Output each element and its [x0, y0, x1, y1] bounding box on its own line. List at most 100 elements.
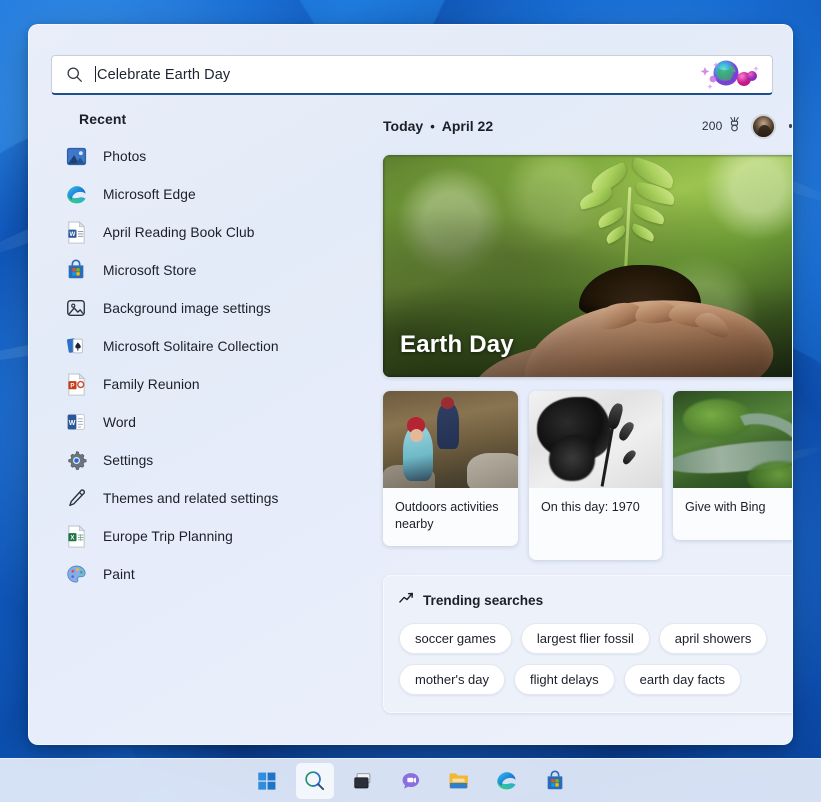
taskbar-search-button[interactable]: [295, 762, 334, 799]
word-document-icon: W: [63, 219, 89, 245]
word-icon: W: [63, 409, 89, 435]
flower-blob: [549, 435, 595, 481]
hiker-face: [410, 429, 423, 442]
gear-icon: [63, 447, 89, 473]
more-options-icon[interactable]: [785, 120, 792, 132]
card-give-with-bing[interactable]: Give with Bing: [673, 391, 792, 540]
hiker-head: [441, 397, 454, 409]
content-header: Today • April 22 200: [383, 111, 792, 141]
image-settings-icon: [63, 295, 89, 321]
card-label: Give with Bing: [685, 500, 766, 514]
search-box-container: Celebrate Earth Day: [51, 55, 773, 95]
desktop: Celebrate Earth Day Recent Photos Micros…: [0, 0, 821, 802]
paint-icon: [63, 561, 89, 587]
sidebar-item-themes-and-related-settings[interactable]: Themes and related settings: [51, 479, 351, 517]
panel-columns: Recent Photos Microsoft Edge W April Rea…: [29, 111, 792, 744]
earth-day-globe-icon[interactable]: [692, 58, 766, 92]
sidebar-item-paint[interactable]: Paint: [51, 555, 351, 593]
recent-sidebar: Recent Photos Microsoft Edge W April Rea…: [51, 111, 351, 593]
content-cards-row: Outdoors activities nearby On this day: …: [383, 391, 792, 560]
black-and-white-flower-image: [529, 391, 662, 488]
avatar[interactable]: [751, 114, 775, 138]
trending-pill[interactable]: earth day facts: [623, 664, 741, 695]
points-count: 200: [701, 119, 723, 133]
sidebar-item-settings[interactable]: Settings: [51, 441, 351, 479]
sidebar-item-label: Family Reunion: [103, 376, 200, 392]
powerpoint-document-icon: P: [63, 371, 89, 397]
sidebar-item-april-reading-book-club[interactable]: W April Reading Book Club: [51, 213, 351, 251]
sidebar-item-photos[interactable]: Photos: [51, 137, 351, 175]
sidebar-item-microsoft-edge[interactable]: Microsoft Edge: [51, 175, 351, 213]
sidebar-item-label: Settings: [103, 452, 154, 468]
search-box[interactable]: Celebrate Earth Day: [51, 55, 773, 95]
content-column: Today • April 22 200 Earth Day Outdoors …: [383, 111, 792, 713]
trending-pill-row: mother's day flight delays earth day fac…: [399, 664, 792, 695]
card-on-this-day[interactable]: On this day: 1970: [529, 391, 662, 560]
sidebar-item-label: Microsoft Solitaire Collection: [103, 338, 279, 354]
trending-pill[interactable]: largest flier fossil: [520, 623, 650, 654]
sidebar-item-microsoft-store[interactable]: Microsoft Store: [51, 251, 351, 289]
date-label: April 22: [441, 118, 494, 134]
sidebar-item-europe-trip-planning[interactable]: X Europe Trip Planning: [51, 517, 351, 555]
trending-pill[interactable]: april showers: [658, 623, 768, 654]
taskbar: [0, 758, 821, 802]
search-flyout-panel: Celebrate Earth Day Recent Photos Micros…: [28, 24, 793, 745]
today-label: Today: [383, 118, 424, 134]
trending-header: Trending searches: [399, 591, 792, 610]
sidebar-item-label: Paint: [103, 566, 135, 582]
header-actions: 200: [702, 114, 792, 138]
sidebar-item-word[interactable]: W Word: [51, 403, 351, 441]
sidebar-item-label: Themes and related settings: [103, 490, 279, 506]
rewards-points[interactable]: 200: [702, 116, 742, 137]
aerial-river-forest-image: [673, 391, 792, 488]
taskbar-edge-button[interactable]: [488, 763, 526, 799]
header-separator: •: [430, 118, 435, 134]
text-caret: [95, 66, 96, 82]
photos-icon: [63, 143, 89, 169]
earth-day-hero-card[interactable]: Earth Day: [383, 155, 792, 377]
trending-pill[interactable]: flight delays: [514, 664, 615, 695]
trending-pill[interactable]: mother's day: [399, 664, 506, 695]
flower-bud: [605, 401, 625, 431]
sidebar-item-label: Microsoft Edge: [103, 186, 196, 202]
svg-text:W: W: [69, 230, 75, 237]
trending-pill[interactable]: soccer games: [399, 623, 512, 654]
taskbar-file-explorer-button[interactable]: [440, 763, 478, 799]
flower-bud: [620, 448, 638, 466]
search-input-value: Celebrate Earth Day: [97, 67, 231, 83]
sidebar-item-microsoft-solitaire-collection[interactable]: Microsoft Solitaire Collection: [51, 327, 351, 365]
pen-icon: [63, 485, 89, 511]
hikers-outdoors-image: [383, 391, 518, 488]
sidebar-item-label: Word: [103, 414, 136, 430]
card-outdoors-activities[interactable]: Outdoors activities nearby: [383, 391, 518, 547]
svg-text:P: P: [70, 382, 74, 389]
hiker-figure: [437, 403, 459, 449]
sidebar-item-label: Europe Trip Planning: [103, 528, 233, 544]
sidebar-item-background-image-settings[interactable]: Background image settings: [51, 289, 351, 327]
taskbar-chat-button[interactable]: [392, 763, 430, 799]
taskbar-start-button[interactable]: [248, 763, 286, 799]
excel-document-icon: X: [63, 523, 89, 549]
sidebar-item-label: Photos: [103, 148, 147, 164]
sidebar-item-label: Background image settings: [103, 300, 271, 316]
card-label: Outdoors activities nearby: [395, 500, 499, 531]
edge-icon: [63, 181, 89, 207]
sidebar-item-label: April Reading Book Club: [103, 224, 255, 240]
search-input[interactable]: Celebrate Earth Day: [95, 66, 692, 83]
trending-title: Trending searches: [423, 593, 544, 608]
solitaire-icon: [63, 333, 89, 359]
trending-searches-panel: Trending searches soccer games largest f…: [383, 575, 792, 713]
sidebar-title: Recent: [79, 111, 127, 127]
flower-bud: [616, 419, 636, 443]
svg-text:W: W: [69, 420, 76, 427]
taskbar-store-button[interactable]: [536, 763, 574, 799]
taskbar-task-view-button[interactable]: [344, 763, 382, 799]
trending-arrow-icon: [399, 591, 414, 610]
store-icon: [63, 257, 89, 283]
sidebar-item-family-reunion[interactable]: P Family Reunion: [51, 365, 351, 403]
trending-pill-row: soccer games largest flier fossil april …: [399, 623, 792, 654]
card-label: On this day: 1970: [541, 500, 640, 514]
search-icon: [66, 66, 83, 83]
rock-shape: [467, 453, 518, 488]
rewards-medal-icon: [727, 116, 742, 137]
